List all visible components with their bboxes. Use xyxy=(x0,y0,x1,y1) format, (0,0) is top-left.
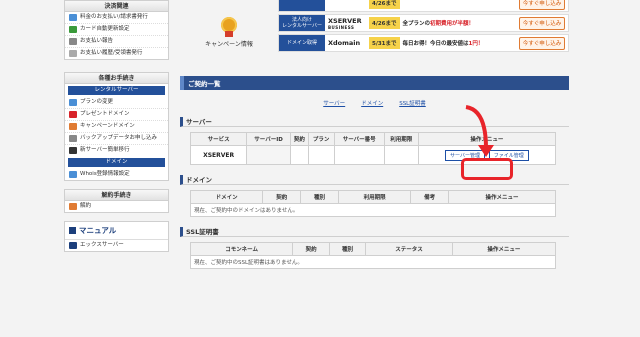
red-arrow-icon xyxy=(465,105,494,157)
